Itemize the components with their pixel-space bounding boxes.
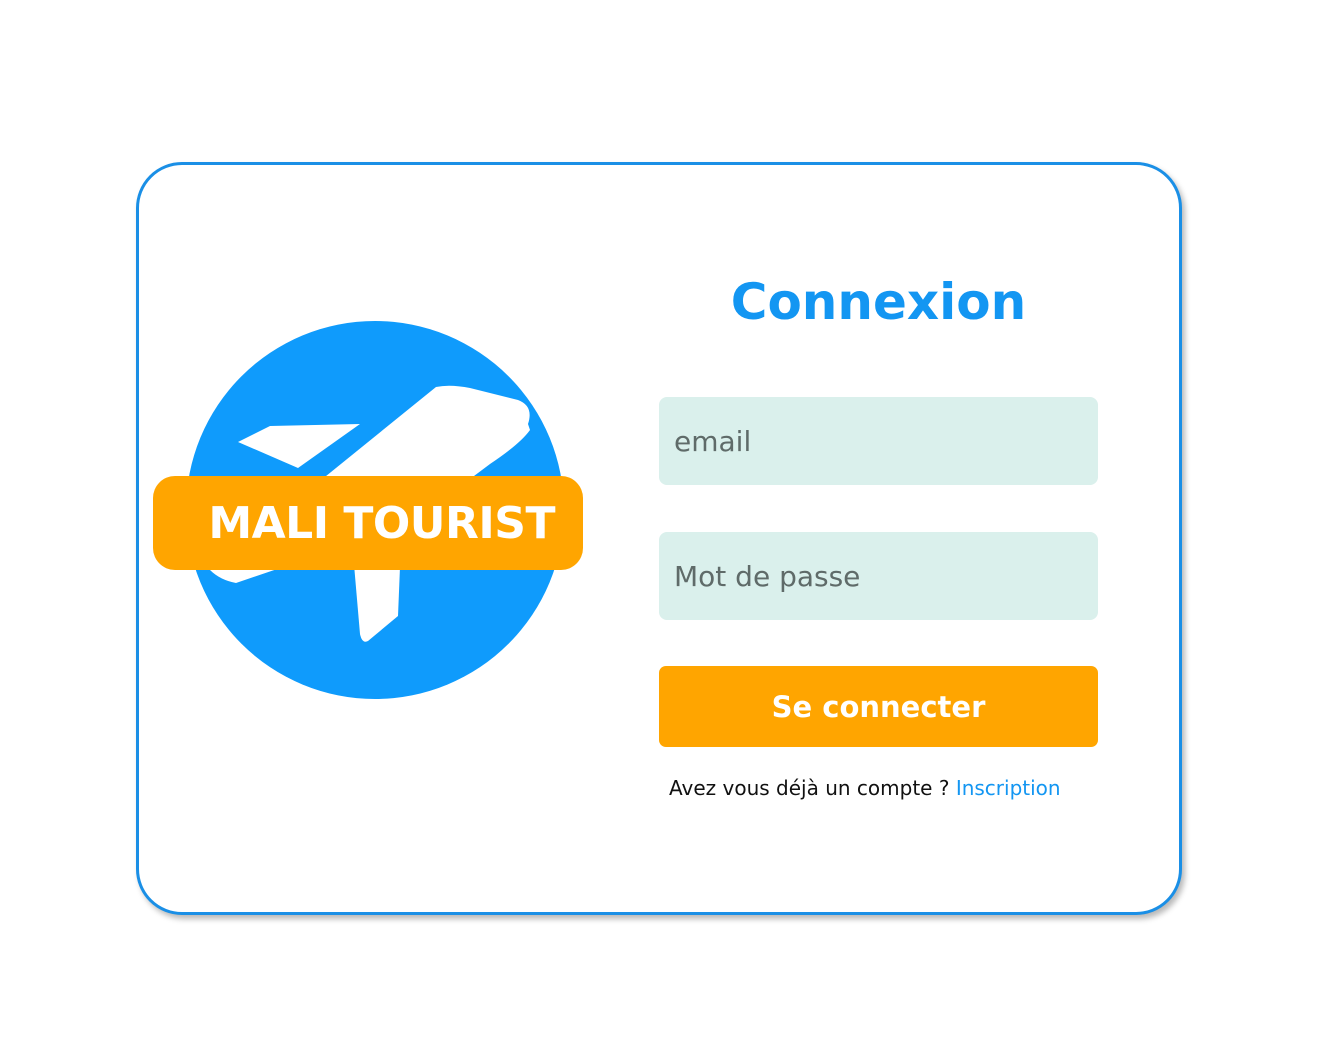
brand-banner: MALI TOURIST: [153, 476, 583, 570]
login-title: Connexion: [730, 273, 1027, 331]
register-prompt-row: Avez vous déjà un compte ? Inscription: [669, 772, 1061, 804]
register-link[interactable]: Inscription: [956, 776, 1061, 800]
register-prompt-text: Avez vous déjà un compte ?: [669, 776, 950, 800]
brand-name: MALI TOURIST: [208, 497, 555, 549]
email-field[interactable]: [659, 397, 1098, 485]
login-button[interactable]: Se connecter: [659, 666, 1098, 747]
password-field[interactable]: [659, 532, 1098, 620]
